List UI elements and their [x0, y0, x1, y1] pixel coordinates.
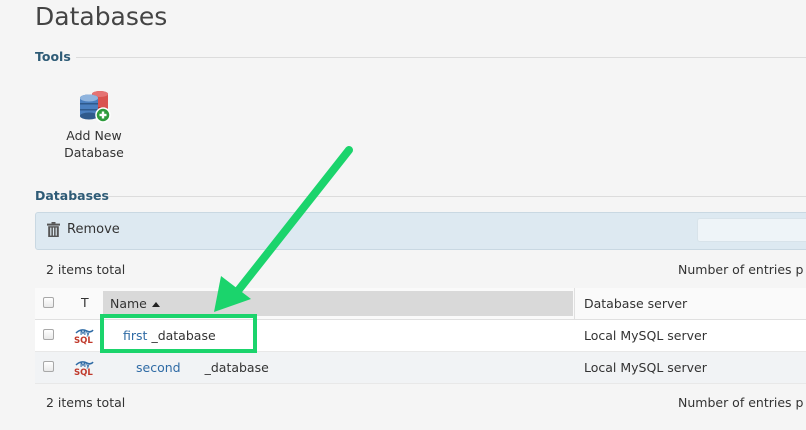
databases-section-divider [108, 196, 806, 197]
database-name-part2: _database [204, 360, 269, 375]
table-row: SQL My first _database Local MySQL server [35, 320, 806, 352]
page-title: Databases [35, 2, 168, 31]
database-name-part2: _database [151, 328, 216, 343]
items-total-top: 2 items total [46, 262, 126, 277]
databases-toolbar: Remove [35, 212, 806, 250]
database-server-cell: Local MySQL server [584, 360, 707, 375]
grid-header: T Name Database server [35, 288, 806, 320]
entries-per-page-label-bottom: Number of entries p [678, 395, 804, 410]
database-link-first[interactable]: first _database [123, 328, 216, 343]
select-all-checkbox[interactable] [43, 297, 54, 308]
database-name-part1: first [123, 328, 148, 343]
add-database-icon [80, 91, 111, 123]
databases-grid: T Name Database server SQL My first _data… [35, 288, 806, 384]
column-header-name-label: Name [110, 296, 147, 311]
sort-ascending-icon [151, 302, 160, 307]
tools-section-divider [76, 57, 806, 58]
column-header-type[interactable]: T [81, 295, 89, 310]
column-header-database-server[interactable]: Database server [584, 296, 687, 311]
column-separator [574, 288, 575, 319]
table-row: SQL My second _database Local MySQL serve… [35, 352, 806, 384]
remove-button[interactable]: Remove [47, 222, 120, 237]
svg-text:My: My [80, 362, 90, 369]
row-checkbox[interactable] [43, 329, 54, 340]
databases-section-title: Databases [35, 188, 109, 203]
add-new-database-label-line1: Add New [66, 128, 122, 143]
remove-button-label: Remove [67, 222, 120, 237]
entries-per-page-label-top: Number of entries p [678, 262, 804, 277]
trash-icon [47, 222, 60, 237]
mysql-icon: SQL My [74, 361, 94, 377]
mysql-icon: SQL My [74, 329, 94, 345]
row-checkbox[interactable] [43, 361, 54, 372]
database-server-cell: Local MySQL server [584, 328, 707, 343]
svg-text:My: My [80, 330, 90, 337]
column-header-name[interactable]: Name [103, 291, 573, 316]
database-link-second[interactable]: second _database [136, 360, 269, 375]
items-total-bottom: 2 items total [46, 395, 126, 410]
databases-page: Databases Tools Add New Database Databas… [0, 0, 806, 430]
search-input[interactable] [697, 218, 806, 242]
tools-section-title: Tools [35, 49, 71, 64]
svg-text:SQL: SQL [74, 336, 93, 345]
add-new-database-label-line2: Database [64, 145, 124, 160]
database-name-part1: second [136, 360, 181, 375]
svg-text:SQL: SQL [74, 368, 93, 377]
add-new-database-button[interactable]: Add New Database [56, 88, 132, 161]
